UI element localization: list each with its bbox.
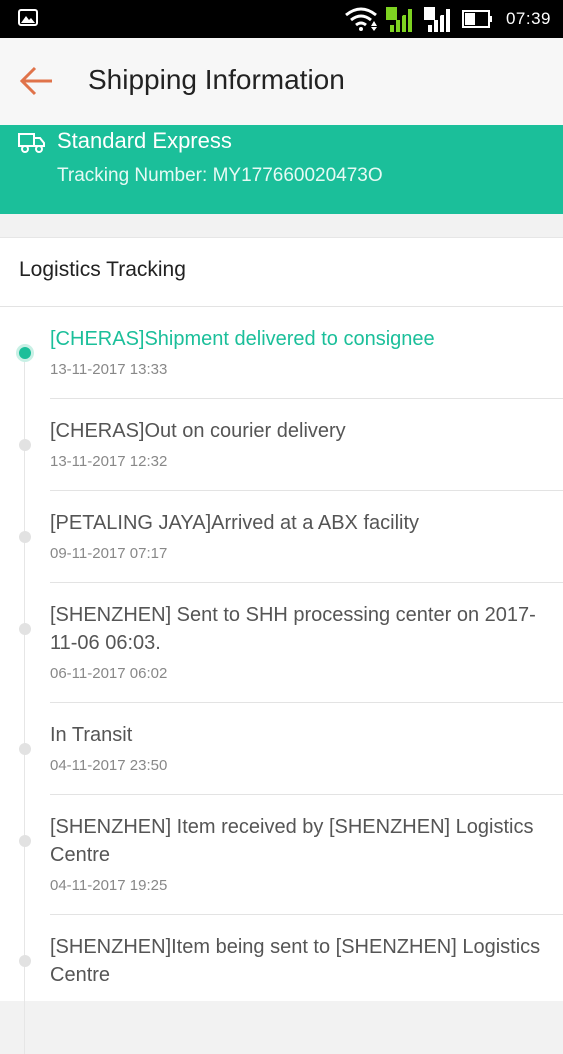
gallery-notification-icon [18, 9, 38, 26]
page-title: Shipping Information [88, 64, 345, 95]
back-arrow-icon[interactable] [20, 66, 54, 96]
event-message: In Transit [50, 724, 133, 746]
timeline-event: [SHENZHEN]Item being sent to [SHENZHEN] … [19, 915, 563, 1017]
timeline-dot [19, 835, 31, 847]
event-time: 04-11-2017 19:25 [50, 877, 168, 894]
event-message: [SHENZHEN] Sent to SHH processing center… [50, 604, 536, 654]
tracking-number: Tracking Number: MY177660020473O [57, 165, 383, 186]
event-time: 06-11-2017 06:02 [50, 665, 168, 682]
timeline-dot [19, 623, 31, 635]
logistics-card: Logistics Tracking [CHERAS]Shipment deli… [0, 237, 563, 1054]
sim2-label: 2 [434, 7, 441, 19]
logistics-title: Logistics Tracking [19, 258, 186, 281]
timeline-line [24, 354, 25, 1054]
battery-icon [461, 10, 492, 28]
timeline-event: [SHENZHEN] Item received by [SHENZHEN] L… [19, 795, 563, 915]
timeline-dot [19, 439, 31, 451]
shipping-method: Standard Express [57, 128, 232, 153]
event-message: [SHENZHEN] Item received by [SHENZHEN] L… [50, 816, 534, 866]
event-time: 13-11-2017 12:32 [50, 453, 168, 470]
timeline-dot-active [19, 347, 31, 359]
timeline-dot [19, 531, 31, 543]
sim1-label: 1 [396, 7, 403, 19]
event-message: [CHERAS]Shipment delivered to consignee [50, 328, 435, 350]
event-time: 13-11-2017 13:33 [50, 361, 168, 378]
truck-icon [18, 133, 45, 153]
timeline: [CHERAS]Shipment delivered to consignee … [0, 307, 563, 1054]
logistics-header: Logistics Tracking [0, 238, 563, 307]
event-time: 09-11-2017 07:17 [50, 545, 168, 562]
status-bar: 1 2 07:39 [0, 0, 563, 38]
shipping-banner: Standard Express Tracking Number: MY1776… [0, 125, 563, 214]
timeline-dot [19, 955, 31, 967]
timeline-event: [SHENZHEN] Sent to SHH processing center… [19, 583, 563, 703]
event-message: [PETALING JAYA]Arrived at a ABX facility [50, 512, 420, 534]
app-header: Shipping Information [0, 38, 563, 125]
wifi-icon [345, 7, 377, 31]
clock: 07:39 [505, 9, 551, 28]
timeline-event: [CHERAS]Out on courier delivery 13-11-20… [19, 399, 563, 491]
event-message: [SHENZHEN]Item being sent to [SHENZHEN] … [50, 936, 541, 986]
timeline-dot [19, 743, 31, 755]
timeline-event: [PETALING JAYA]Arrived at a ABX facility… [19, 491, 563, 583]
timeline-event: [CHERAS]Shipment delivered to consignee … [19, 307, 563, 399]
event-time: 04-11-2017 23:50 [50, 757, 168, 774]
event-message: [CHERAS]Out on courier delivery [50, 420, 346, 442]
timeline-event: In Transit 04-11-2017 23:50 [19, 703, 563, 795]
